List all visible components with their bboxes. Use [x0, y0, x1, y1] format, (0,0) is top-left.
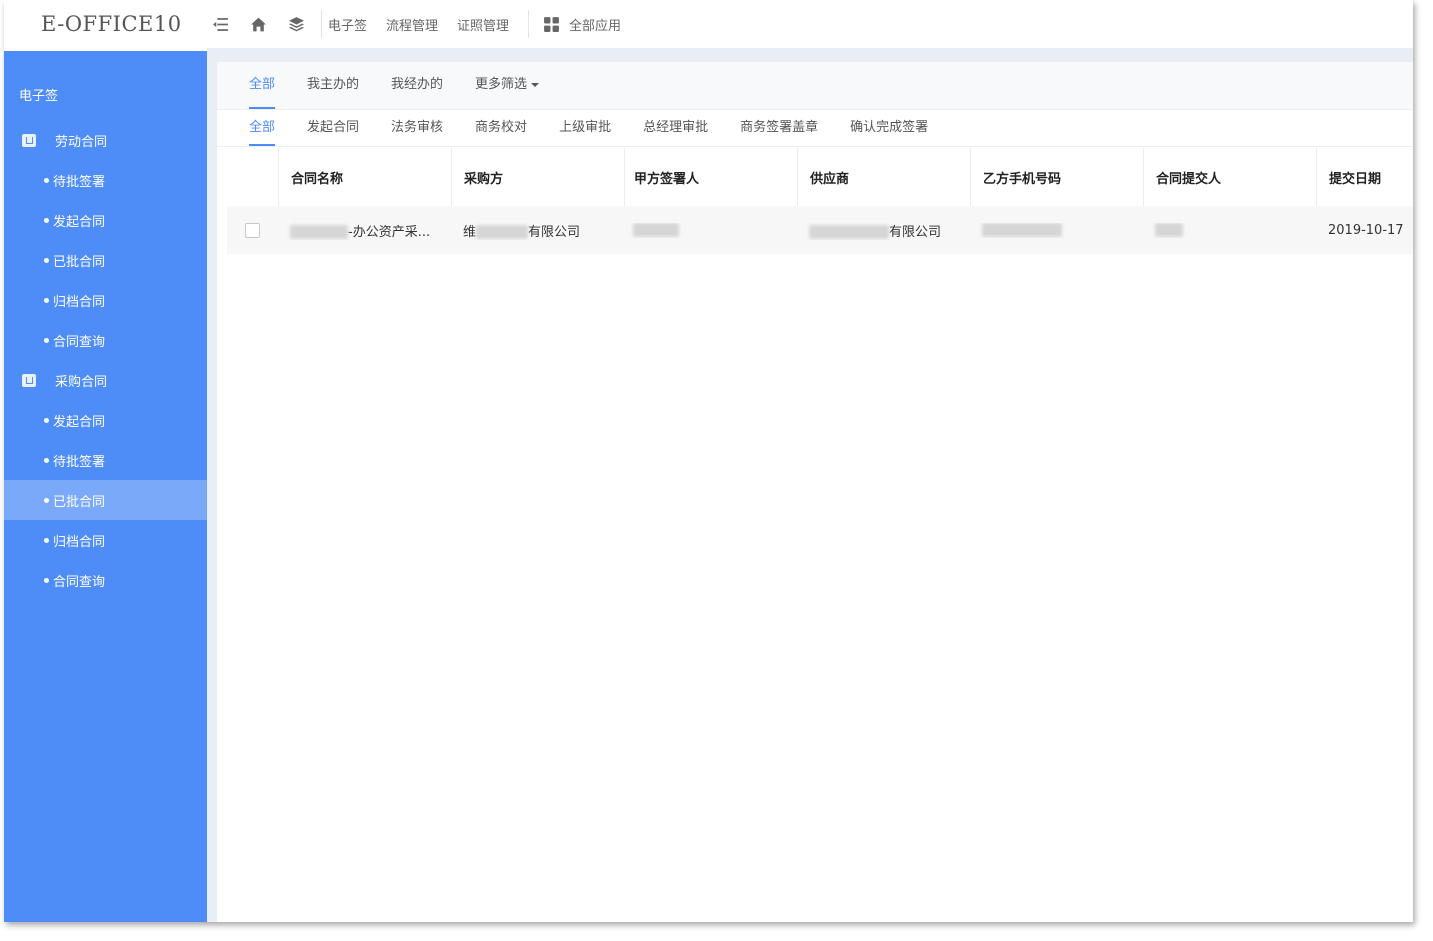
step-tab-legal-review[interactable]: 法务审核 [391, 116, 443, 146]
sidebar-item-labor-initiate[interactable]: 发起合同 [4, 200, 207, 240]
bullet-icon [44, 257, 49, 263]
step-tab-supervisor-approval[interactable]: 上级审批 [559, 116, 611, 146]
header-checkbox-cell [227, 148, 278, 206]
buyer-prefix-text: 维 [463, 224, 477, 240]
table-row[interactable]: -办公资产采... 维 有限公司 有限公司 2019-10-17 [227, 206, 1413, 254]
tab-my-hosted[interactable]: 我主办的 [307, 73, 359, 109]
sidebar-item-labor-query[interactable]: 合同查询 [4, 320, 207, 360]
column-submit-date[interactable]: 提交日期 [1316, 148, 1413, 206]
column-contract-name[interactable]: 合同名称 [278, 148, 451, 206]
bullet-icon [44, 417, 49, 423]
app-window: E-OFFICE10 电子签 流程管理 证照管理 全部应用 电子签 劳动合同 待… [4, 0, 1413, 922]
sidebar-item-label: 归档合同 [53, 294, 106, 310]
sidebar-item-label: 待批签署 [53, 174, 106, 190]
caret-down-icon [531, 82, 540, 87]
cell-submit-date: 2019-10-17 [1328, 222, 1404, 238]
cell-party-a-signer [624, 223, 797, 238]
redacted-text [809, 225, 889, 239]
cell-buyer: 维 有限公司 [451, 221, 624, 240]
row-checkbox-cell [227, 222, 278, 238]
brand-logo: E-OFFICE10 [41, 12, 182, 36]
column-buyer[interactable]: 采购方 [451, 148, 624, 206]
buyer-suffix-text: 有限公司 [528, 224, 581, 240]
supplier-suffix-text: 有限公司 [889, 224, 942, 240]
sidebar-title: 电子签 [19, 89, 59, 104]
sidebar-item-purchase-initiate[interactable]: 发起合同 [4, 400, 207, 440]
sidebar-item-label: 发起合同 [53, 214, 106, 230]
tab-my-handled[interactable]: 我经办的 [391, 73, 443, 109]
redacted-text [1155, 223, 1183, 237]
menu-toggle-icon[interactable] [207, 11, 233, 37]
column-party-a-signer[interactable]: 甲方签署人 [624, 148, 797, 206]
topnav-workflow[interactable]: 流程管理 [386, 15, 438, 34]
sidebar-group-label: 劳动合同 [55, 134, 108, 150]
sidebar-group-labor-contract[interactable]: 劳动合同 [4, 120, 207, 160]
filter-tabs: 全部 我主办的 我经办的 更多筛选 [217, 62, 1413, 110]
contract-table: 合同名称 采购方 甲方签署人 供应商 乙方手机号码 合同提交人 提交日期 -办公… [227, 148, 1413, 254]
cell-submitter [1143, 223, 1316, 238]
tab-all[interactable]: 全部 [249, 73, 276, 109]
contract-name-text: -办公资产采... [348, 224, 431, 240]
bullet-icon [44, 577, 49, 583]
bullet-icon [44, 337, 49, 343]
bullet-icon [44, 177, 49, 183]
contract-icon [22, 133, 36, 147]
column-party-b-phone[interactable]: 乙方手机号码 [970, 148, 1143, 206]
sidebar-item-purchase-approved[interactable]: 已批合同 [4, 480, 207, 520]
step-tab-gm-approval[interactable]: 总经理审批 [643, 116, 708, 146]
bullet-icon [44, 497, 49, 503]
grid-icon [544, 16, 559, 32]
column-supplier[interactable]: 供应商 [797, 148, 970, 206]
bullet-icon [44, 217, 49, 223]
sidebar-item-purchase-pending[interactable]: 待批签署 [4, 440, 207, 480]
top-divider [528, 10, 530, 38]
layers-icon[interactable] [283, 11, 309, 37]
sidebar-item-label: 发起合同 [53, 414, 106, 430]
bullet-icon [44, 297, 49, 303]
step-tab-business-seal[interactable]: 商务签署盖章 [740, 116, 818, 146]
step-tab-all[interactable]: 全部 [249, 116, 276, 146]
topnav-license[interactable]: 证照管理 [457, 15, 509, 34]
main-panel: 全部 我主办的 我经办的 更多筛选 全部 发起合同 法务审核 商务校对 上级审批… [217, 62, 1413, 922]
bullet-icon [44, 537, 49, 543]
sidebar-item-label: 归档合同 [53, 534, 106, 550]
sidebar-item-purchase-archived[interactable]: 归档合同 [4, 520, 207, 560]
all-apps-button[interactable]: 全部应用 [535, 15, 621, 34]
all-apps-label: 全部应用 [569, 18, 622, 34]
sidebar-item-labor-approved[interactable]: 已批合同 [4, 240, 207, 280]
sidebar-item-label: 已批合同 [53, 254, 106, 270]
sidebar-item-label: 待批签署 [53, 454, 106, 470]
tab-more-filters[interactable]: 更多筛选 [475, 73, 540, 109]
sidebar-item-labor-pending[interactable]: 待批签署 [4, 160, 207, 200]
step-tabs: 全部 发起合同 法务审核 商务校对 上级审批 总经理审批 商务签署盖章 确认完成… [217, 110, 1413, 147]
more-filters-label: 更多筛选 [475, 77, 528, 92]
sidebar-item-purchase-query[interactable]: 合同查询 [4, 560, 207, 600]
bullet-icon [44, 457, 49, 463]
sidebar-item-labor-archived[interactable]: 归档合同 [4, 280, 207, 320]
row-checkbox[interactable] [245, 222, 260, 238]
redacted-text [476, 225, 529, 239]
topnav-esign[interactable]: 电子签 [328, 15, 367, 34]
cell-party-b-phone [970, 223, 1143, 238]
step-tab-business-check[interactable]: 商务校对 [475, 116, 527, 146]
sidebar-item-label: 合同查询 [53, 334, 106, 350]
sidebar-group-label: 采购合同 [55, 374, 108, 390]
top-divider [321, 10, 322, 38]
sidebar-item-label: 已批合同 [53, 494, 106, 510]
redacted-text [982, 223, 1062, 237]
home-icon[interactable] [245, 11, 271, 37]
sidebar-group-purchase-contract[interactable]: 采购合同 [4, 360, 207, 400]
column-submitter[interactable]: 合同提交人 [1143, 148, 1316, 206]
contract-icon [22, 373, 36, 387]
cell-supplier: 有限公司 [797, 221, 970, 240]
redacted-text [633, 223, 679, 237]
sidebar: 电子签 劳动合同 待批签署 发起合同 已批合同 归档合同 合同查询 采购合同 发… [4, 51, 207, 922]
sidebar-item-label: 合同查询 [53, 574, 106, 590]
cell-contract-name[interactable]: -办公资产采... [278, 221, 451, 240]
top-bar: E-OFFICE10 电子签 流程管理 证照管理 全部应用 [4, 0, 1413, 48]
redacted-text [290, 225, 348, 239]
step-tab-confirm-complete[interactable]: 确认完成签署 [850, 116, 928, 146]
step-tab-initiate[interactable]: 发起合同 [307, 116, 359, 146]
table-header: 合同名称 采购方 甲方签署人 供应商 乙方手机号码 合同提交人 提交日期 [227, 148, 1413, 206]
